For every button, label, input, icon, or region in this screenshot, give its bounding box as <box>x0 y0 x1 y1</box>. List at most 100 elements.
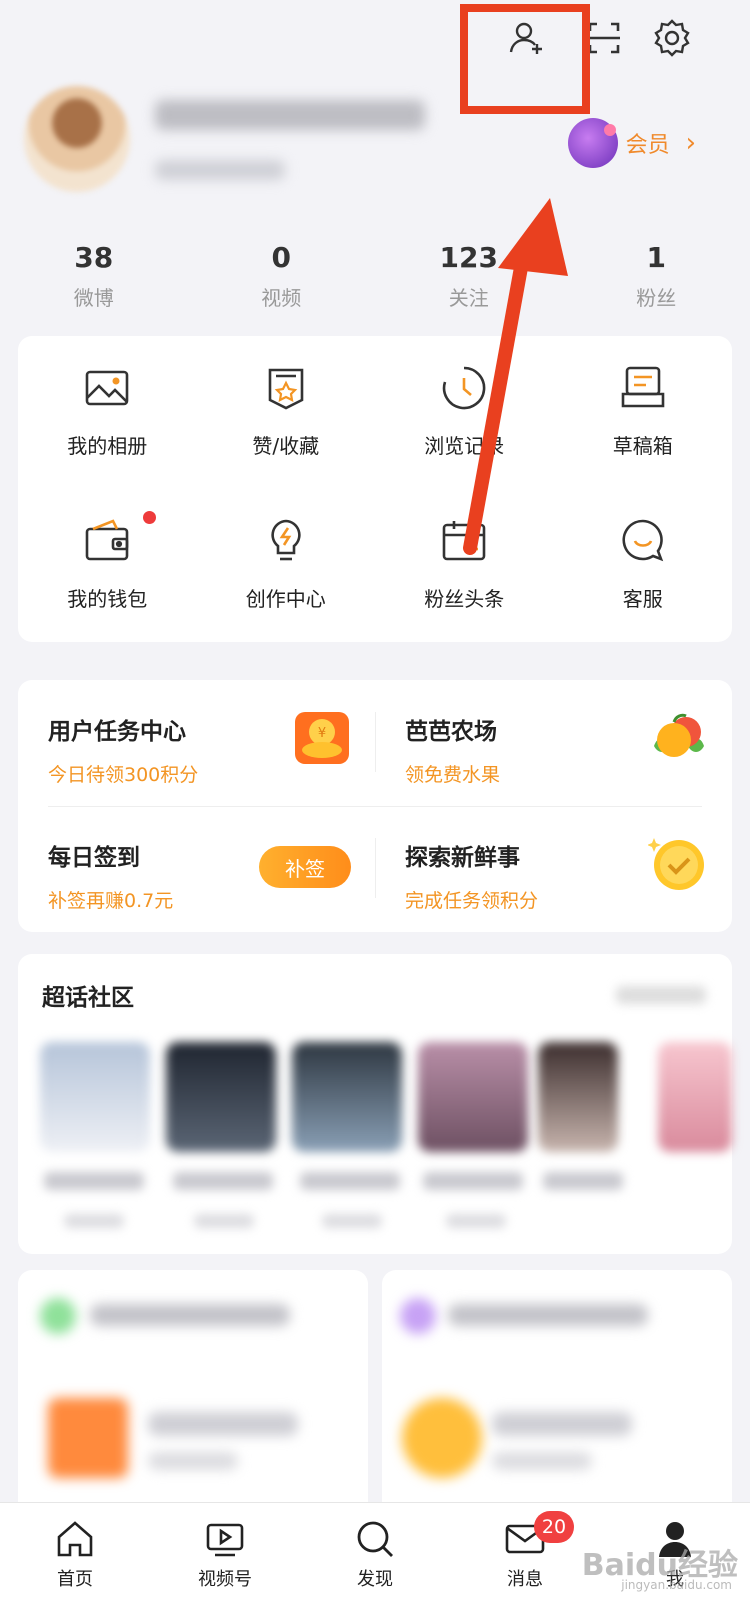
tab-message[interactable]: 20 消息 <box>450 1503 600 1600</box>
stat-label: 粉丝 <box>636 286 677 310</box>
task-daily-checkin[interactable]: 每日签到 补签再赚0.7元 补签 <box>18 806 375 932</box>
stat-value: 1 <box>646 241 666 274</box>
grid-label: 草稿箱 <box>612 434 673 458</box>
grid-item-fan-headline[interactable]: 粉丝头条 <box>375 489 554 642</box>
topic-caption-blurred <box>446 1214 506 1228</box>
tab-discover[interactable]: 发现 <box>300 1503 450 1600</box>
wallet-icon <box>85 519 129 561</box>
stat-value: 123 <box>439 241 498 274</box>
stat-weibo[interactable]: 38 微博 <box>0 238 188 318</box>
more-link-blurred[interactable] <box>616 986 706 1004</box>
grid-item-wallet[interactable]: 我的钱包 <box>18 489 197 642</box>
tab-video[interactable]: 视频号 <box>150 1503 300 1600</box>
tab-label: 视频号 <box>198 1569 252 1590</box>
topic-thumb[interactable] <box>658 1042 732 1152</box>
topic-thumb[interactable] <box>292 1042 402 1152</box>
stat-video[interactable]: 0 视频 <box>188 238 376 318</box>
divider <box>375 838 376 898</box>
favorites-icon <box>268 368 304 410</box>
blurred-text <box>148 1452 238 1470</box>
fruit-icon <box>654 713 704 757</box>
blurred-icon <box>40 1298 76 1334</box>
grid-item-favorites[interactable]: 赞/收藏 <box>197 336 376 489</box>
grid-label: 创作中心 <box>245 587 326 611</box>
chevron-right-icon: › <box>685 128 696 158</box>
calendar-icon <box>442 521 486 561</box>
history-icon <box>443 366 486 410</box>
blurred-icon <box>400 1298 436 1334</box>
stats-row: 38 微博 0 视频 123 关注 1 粉丝 <box>0 238 750 318</box>
avatar[interactable] <box>24 86 130 192</box>
grid-item-history[interactable]: 浏览记录 <box>375 336 554 489</box>
customer-service-icon <box>622 519 663 562</box>
stat-followers[interactable]: 1 粉丝 <box>563 238 750 318</box>
profile-header: 会员 › <box>0 80 750 230</box>
blurred-image <box>48 1398 128 1478</box>
topic-caption-blurred <box>173 1172 273 1190</box>
topic-caption-blurred <box>194 1214 254 1228</box>
tab-label: 发现 <box>357 1569 393 1590</box>
blurred-card-right[interactable] <box>382 1270 732 1520</box>
grid-label: 我的钱包 <box>67 587 148 611</box>
settings-icon[interactable] <box>648 14 696 62</box>
stat-label: 视频 <box>261 286 302 310</box>
make-up-checkin-button[interactable]: 补签 <box>259 846 351 888</box>
blurred-text <box>492 1412 632 1436</box>
grid-item-creator[interactable]: 创作中心 <box>197 489 376 642</box>
topic-thumb[interactable] <box>538 1042 618 1152</box>
vip-badge-icon <box>567 118 618 168</box>
grid-label: 客服 <box>622 587 663 611</box>
divider <box>48 806 702 807</box>
section-title: 超话社区 <box>42 985 134 1011</box>
shortcut-grid-card: 我的相册 赞/收藏 浏览记录 草稿箱 我的钱包 创作中心 粉丝头条 客服 <box>18 336 732 642</box>
blurred-text <box>90 1304 290 1326</box>
super-topic-card: 超话社区 <box>18 954 732 1254</box>
check-coin-icon <box>648 838 704 890</box>
task-explore[interactable]: 探索新鲜事 完成任务领积分 <box>375 806 732 932</box>
topic-caption-blurred <box>423 1172 523 1190</box>
watermark-url: jingyan.baidu.com <box>621 1578 732 1592</box>
creator-icon <box>271 519 301 561</box>
grid-label: 赞/收藏 <box>252 434 320 458</box>
blurred-card-left[interactable] <box>18 1270 368 1520</box>
user-subtitle-blurred <box>155 160 285 180</box>
grid-item-album[interactable]: 我的相册 <box>18 336 197 489</box>
blurred-text <box>492 1452 592 1470</box>
tab-home[interactable]: 首页 <box>0 1503 150 1600</box>
blurred-image <box>402 1398 482 1478</box>
notification-dot <box>143 511 156 524</box>
topic-thumb[interactable] <box>418 1042 528 1152</box>
unread-badge: 20 <box>534 1511 574 1543</box>
drafts-icon <box>621 366 665 408</box>
task-card: 用户任务中心 今日待领300积分 ¥ 芭芭农场 领免费水果 每日签到 补签再赚0… <box>18 680 732 932</box>
stat-label: 关注 <box>448 286 489 310</box>
topic-thumb[interactable] <box>40 1042 150 1152</box>
gold-coins-icon: ¥ <box>295 712 349 764</box>
tab-label: 首页 <box>57 1569 93 1590</box>
stat-value: 0 <box>271 241 291 274</box>
stat-value: 38 <box>74 241 114 274</box>
topic-caption-blurred <box>44 1172 144 1190</box>
vip-label: 会员 <box>625 133 670 158</box>
vip-entry[interactable]: 会员 › <box>567 118 696 168</box>
grid-item-customer-service[interactable]: 客服 <box>554 489 733 642</box>
grid-item-drafts[interactable]: 草稿箱 <box>554 336 733 489</box>
task-user-center[interactable]: 用户任务中心 今日待领300积分 ¥ <box>18 680 375 806</box>
stat-following[interactable]: 123 关注 <box>375 238 563 318</box>
home-icon <box>57 1521 93 1557</box>
discover-icon <box>357 1521 393 1557</box>
topic-thumb[interactable] <box>166 1042 276 1152</box>
grid-label: 我的相册 <box>67 434 148 458</box>
topic-caption-blurred <box>300 1172 400 1190</box>
blurred-text <box>448 1304 648 1326</box>
divider <box>375 712 376 772</box>
blurred-text <box>148 1412 298 1436</box>
topic-caption-blurred <box>322 1214 382 1228</box>
photo-album-icon <box>85 370 129 406</box>
task-baba-farm[interactable]: 芭芭农场 领免费水果 <box>375 680 732 806</box>
grid-label: 粉丝头条 <box>424 587 505 611</box>
tab-label: 消息 <box>507 1569 543 1590</box>
grid-label: 浏览记录 <box>424 434 505 458</box>
username-blurred[interactable] <box>155 100 425 130</box>
svg-text:¥: ¥ <box>318 726 326 741</box>
